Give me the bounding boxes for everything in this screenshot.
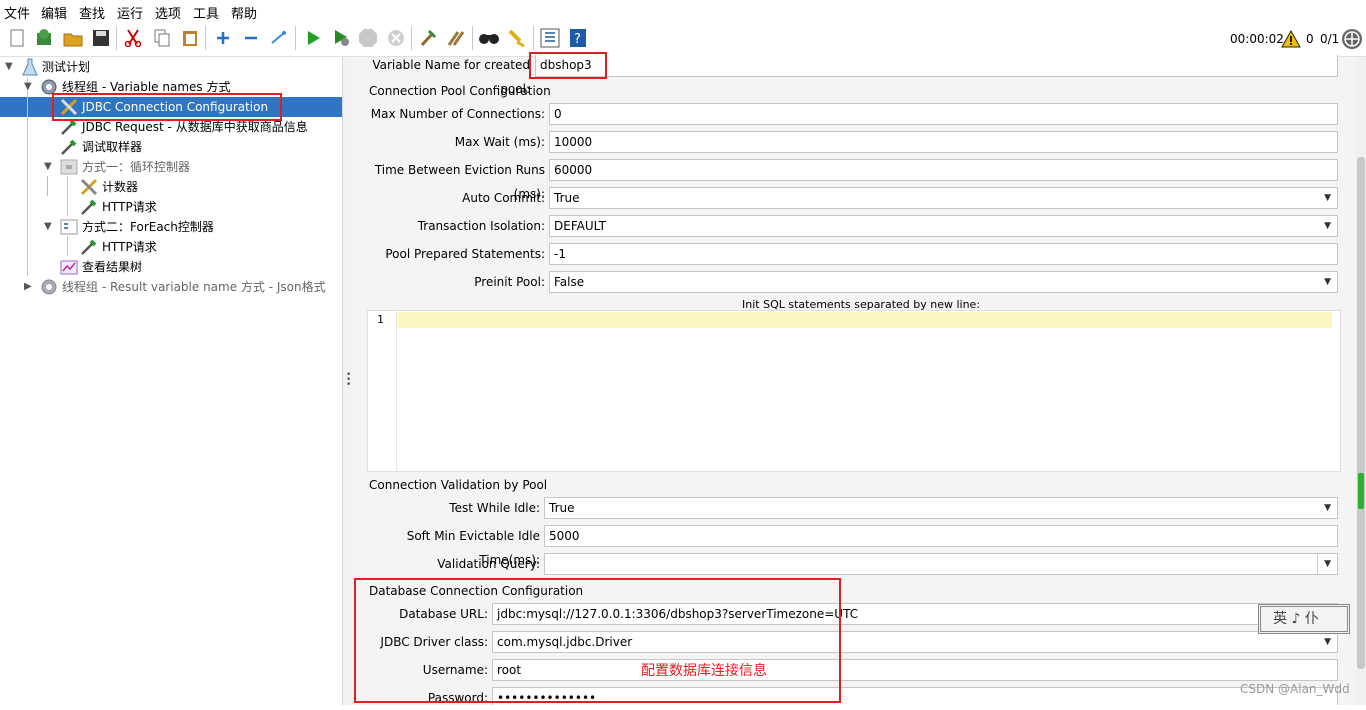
annotation-text: 配置数据库连接信息 <box>641 663 767 679</box>
tree-highlight-box <box>52 93 282 121</box>
collapse-icon[interactable] <box>240 27 262 49</box>
line-number: 1 <box>377 313 384 326</box>
preinit-pool-select[interactable]: False ▼ <box>549 271 1338 293</box>
chevron-down-icon: ▼ <box>1324 221 1331 231</box>
warning-icon[interactable] <box>1280 28 1302 50</box>
db-config-highlight-box <box>354 578 841 703</box>
menu-search[interactable]: 查找 <box>79 3 105 22</box>
init-sql-editor[interactable]: 1 <box>367 310 1341 472</box>
svg-text:?: ? <box>574 32 581 47</box>
drag-handle-icon[interactable]: • • • <box>346 371 351 390</box>
menu-edit[interactable]: 编辑 <box>41 3 67 22</box>
menu-help[interactable]: 帮助 <box>231 3 257 22</box>
help-icon[interactable]: ? <box>567 27 589 49</box>
validation-query-label: Validation Query: <box>437 557 540 571</box>
transaction-isolation-select[interactable]: DEFAULT ▼ <box>549 215 1338 237</box>
search-icon[interactable] <box>478 27 500 49</box>
chevron-down-icon[interactable]: ▼ <box>44 157 52 177</box>
templates-icon[interactable] <box>33 27 55 49</box>
editor-gutter: 1 <box>368 311 397 471</box>
pool-variable-highlight <box>529 52 607 79</box>
soft-min-idle-input[interactable]: 5000 <box>544 525 1338 547</box>
chevron-down-icon: ▼ <box>1317 554 1331 574</box>
max-wait-label: Max Wait (ms): <box>454 135 545 149</box>
shutdown-icon[interactable] <box>385 27 407 49</box>
watermark: CSDN @Alan_Wdd <box>1240 682 1350 696</box>
tree-item-thread-group-2[interactable]: ▶ 线程组 - Result variable name 方式 - Json格式 <box>0 277 342 297</box>
config-tools-icon <box>80 178 98 196</box>
current-line-highlight <box>398 312 1332 328</box>
tree-item-http-request-1[interactable]: HTTP请求 <box>0 197 342 217</box>
cut-icon[interactable] <box>122 27 144 49</box>
transaction-isolation-label: Transaction Isolation: <box>417 219 545 233</box>
chevron-down-icon[interactable]: ▼ <box>44 217 52 237</box>
warning-count: 0 <box>1306 32 1314 46</box>
test-plan-icon <box>22 58 40 76</box>
validation-section-title: Connection Validation by Pool <box>369 478 548 492</box>
test-while-idle-select[interactable]: True ▼ <box>544 497 1338 519</box>
auto-commit-label: Auto Commit: <box>462 191 545 205</box>
chevron-down-icon[interactable]: ▼ <box>24 77 32 97</box>
scrollbar-thumb[interactable] <box>1357 157 1365 669</box>
new-icon[interactable] <box>6 27 28 49</box>
chevron-down-icon: ▼ <box>1324 193 1331 203</box>
menu-bar: 文件 编辑 查找 运行 选项 工具 帮助 <box>0 0 1366 22</box>
max-wait-input[interactable]: 10000 <box>549 131 1338 153</box>
test-while-idle-label: Test While Idle: <box>449 501 540 515</box>
start-no-pause-icon[interactable] <box>330 27 352 49</box>
vertical-scrollbar[interactable] <box>1356 57 1366 705</box>
sampler-pipette-icon <box>80 238 98 256</box>
sampler-pipette-icon <box>80 198 98 216</box>
elapsed-time: 00:00:02 <box>1230 32 1284 46</box>
pool-variable-input[interactable]: dbshop3 <box>535 55 1338 77</box>
reset-search-icon[interactable] <box>506 27 528 49</box>
chevron-down-icon: ▼ <box>1324 503 1331 513</box>
menu-tools[interactable]: 工具 <box>193 3 219 22</box>
eviction-runs-input[interactable]: 60000 <box>549 159 1338 181</box>
paste-icon[interactable] <box>179 27 201 49</box>
max-connections-input[interactable]: 0 <box>549 103 1338 125</box>
toggle-icon[interactable] <box>268 27 290 49</box>
menu-run[interactable]: 运行 <box>117 3 143 22</box>
chevron-down-icon: ▼ <box>1324 637 1331 647</box>
start-icon[interactable] <box>302 27 324 49</box>
max-connections-label: Max Number of Connections: <box>370 107 545 121</box>
pool-prepared-label: Pool Prepared Statements: <box>385 247 545 261</box>
copy-icon[interactable] <box>151 27 173 49</box>
auto-commit-select[interactable]: True ▼ <box>549 187 1338 209</box>
tree-item-test-plan[interactable]: ▼ 测试计划 <box>0 57 342 77</box>
validation-query-select[interactable]: ▼ <box>544 553 1338 575</box>
chevron-down-icon[interactable]: ▼ <box>5 57 13 77</box>
save-icon[interactable] <box>90 27 112 49</box>
listener-graph-icon <box>60 258 78 276</box>
loop-controller-icon <box>60 158 78 176</box>
pool-prepared-input[interactable]: -1 <box>549 243 1338 265</box>
function-helper-icon[interactable] <box>539 27 561 49</box>
menu-options[interactable]: 选项 <box>155 3 181 22</box>
clear-icon[interactable] <box>417 27 439 49</box>
tree-item-view-results-tree[interactable]: 查看结果树 <box>0 257 342 277</box>
chevron-right-icon[interactable]: ▶ <box>24 277 32 297</box>
chevron-down-icon: ▼ <box>1324 277 1331 287</box>
ime-toolbar[interactable]: 英 ♪ 仆 <box>1258 604 1350 634</box>
menu-file[interactable]: 文件 <box>4 3 30 22</box>
active-threads: 0/1 <box>1320 32 1340 46</box>
open-icon[interactable] <box>62 27 84 49</box>
preinit-pool-label: Preinit Pool: <box>474 275 545 289</box>
clear-all-icon[interactable] <box>445 27 467 49</box>
remote-globe-icon[interactable] <box>1341 28 1363 50</box>
tree-item-loop-controller[interactable]: ▼ 方式一：循环控制器 <box>0 157 342 177</box>
sampler-pipette-icon <box>60 138 78 156</box>
pool-section-title: Connection Pool Configuration <box>369 84 551 98</box>
tree-item-debug-sampler[interactable]: 调试取样器 <box>0 137 342 157</box>
tree-item-foreach-controller[interactable]: ▼ 方式二：ForEach控制器 <box>0 217 342 237</box>
stop-icon[interactable] <box>357 27 379 49</box>
tree-item-counter[interactable]: 计数器 <box>0 177 342 197</box>
scroll-position-marker <box>1358 473 1364 509</box>
foreach-controller-icon <box>60 218 78 236</box>
tree-item-http-request-2[interactable]: HTTP请求 <box>0 237 342 257</box>
expand-icon[interactable] <box>212 27 234 49</box>
thread-group-icon <box>40 278 58 296</box>
toolbar: ? 00:00:02 0 0/1 <box>0 22 1366 57</box>
